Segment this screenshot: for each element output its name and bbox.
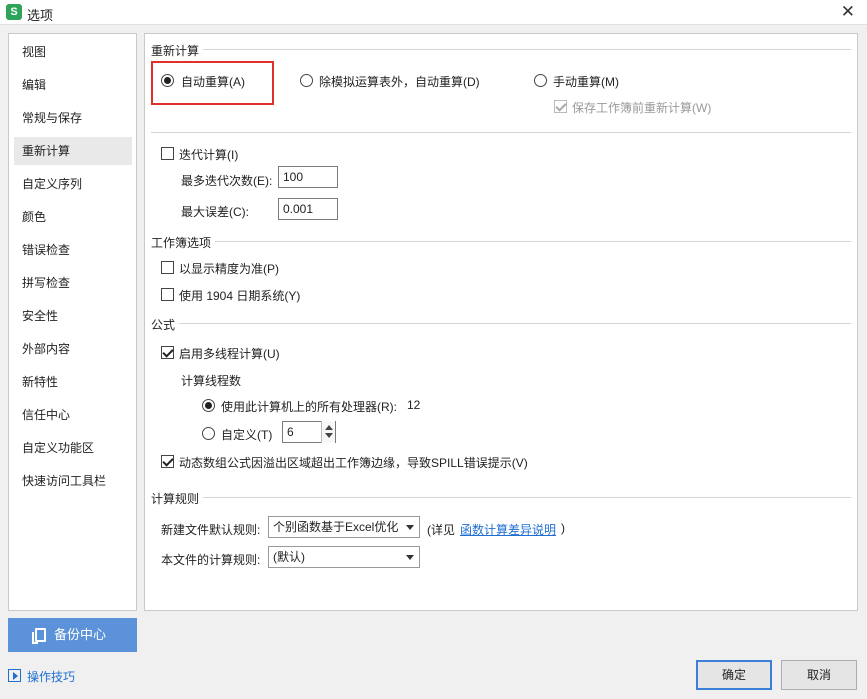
date1904-label[interactable]: 使用 1904 日期系统(Y) [179,287,300,304]
sidebar-item-customize-ribbon[interactable]: 自定义功能区 [14,434,132,462]
max-iterations-label: 最多迭代次数(E): [181,174,273,188]
window-title: 选项 [27,8,54,23]
processor-count: 12 [407,398,421,412]
sidebar-item-custom-lists[interactable]: 自定义序列 [14,170,132,198]
sidebar-item-new-features[interactable]: 新特性 [14,368,132,396]
sidebar-item-edit[interactable]: 编辑 [14,71,132,99]
use-all-processors-label[interactable]: 使用此计算机上的所有处理器(R): [221,398,397,415]
app-icon: S [6,4,22,20]
play-icon [8,669,21,682]
spill-error-checkbox[interactable] [161,455,174,468]
multithread-checkbox[interactable] [161,346,174,359]
options-sidebar: 视图 编辑 常规与保存 重新计算 自定义序列 颜色 错误检查 拼写检查 安全性 … [8,33,137,611]
workbook-section-title: 工作簿选项 [151,234,216,251]
tips-label: 操作技巧 [27,670,76,684]
precision-as-displayed-checkbox[interactable] [161,261,174,274]
section-divider [151,241,851,242]
options-panel: 重新计算 自动重算(A) 除模拟运算表外，自动重算(D) 手动重算(M) 保存工… [144,33,858,611]
backup-center-label: 备份中心 [54,627,107,642]
rules-section-title: 计算规则 [151,490,204,507]
sidebar-item-view[interactable]: 视图 [14,38,132,66]
sidebar-item-trust-center[interactable]: 信任中心 [14,401,132,429]
recalc-section-title: 重新计算 [151,42,204,59]
max-change-label: 最大误差(C): [181,205,249,219]
multithread-label[interactable]: 启用多线程计算(U) [179,345,280,362]
use-all-processors-radio[interactable] [202,399,215,412]
auto-recalc-radio[interactable] [161,74,174,87]
spin-down-icon[interactable] [325,433,333,438]
detail-prefix: (详见 [427,523,455,537]
section-divider [151,323,851,324]
tips-link[interactable]: 操作技巧 [8,668,75,685]
close-icon[interactable]: ✕ [841,2,855,22]
section-divider [151,497,851,498]
chevron-down-icon [406,525,414,530]
manual-recalc-radio[interactable] [534,74,547,87]
chevron-down-icon [406,555,414,560]
custom-threads-label[interactable]: 自定义(T) [221,426,272,443]
sidebar-item-security[interactable]: 安全性 [14,302,132,330]
iteration-label[interactable]: 迭代计算(I) [179,146,238,163]
formula-section-title: 公式 [151,316,180,333]
cancel-button[interactable]: 取消 [781,660,857,690]
this-file-rule-select[interactable]: (默认) [268,546,420,568]
section-divider [151,132,851,133]
thread-count-title: 计算线程数 [181,374,242,388]
iteration-checkbox[interactable] [161,147,174,160]
new-file-rule-label: 新建文件默认规则: [161,523,261,537]
max-iterations-input[interactable]: 100 [278,166,338,188]
detail-suffix: ) [561,521,565,535]
stepper-buttons[interactable] [321,421,335,443]
date1904-checkbox[interactable] [161,288,174,301]
precision-as-displayed-label[interactable]: 以显示精度为准(P) [179,260,279,277]
manual-recalc-label[interactable]: 手动重算(M) [553,73,619,90]
calc-difference-link[interactable]: 函数计算差异说明 [460,521,556,538]
spin-up-icon[interactable] [325,425,333,430]
recalc-before-save-label: 保存工作簿前重新计算(W) [572,101,712,115]
this-file-rule-label: 本文件的计算规则: [161,553,261,567]
title-bar: S 选项 ✕ [0,0,867,25]
sidebar-item-external-content[interactable]: 外部内容 [14,335,132,363]
new-file-rule-value: 个别函数基于Excel优化 [273,520,399,534]
auto-except-tables-radio[interactable] [300,74,313,87]
backup-icon [32,628,46,644]
sidebar-item-quick-access-toolbar[interactable]: 快速访问工具栏 [14,467,132,495]
new-file-rule-select[interactable]: 个别函数基于Excel优化 [268,516,420,538]
ok-button[interactable]: 确定 [696,660,772,690]
max-change-input[interactable]: 0.001 [278,198,338,220]
custom-threads-value: 6 [287,425,294,439]
spill-error-label[interactable]: 动态数组公式因溢出区域超出工作簿边缘，导致SPILL错误提示(V) [179,454,528,471]
auto-recalc-label[interactable]: 自动重算(A) [181,73,245,90]
this-file-rule-value: (默认) [273,550,305,564]
custom-threads-stepper[interactable]: 6 [282,421,336,443]
sidebar-item-recalculation[interactable]: 重新计算 [14,137,132,165]
sidebar-item-general-save[interactable]: 常规与保存 [14,104,132,132]
auto-except-tables-label[interactable]: 除模拟运算表外，自动重算(D) [319,73,480,90]
sidebar-item-color[interactable]: 颜色 [14,203,132,231]
section-divider [151,49,851,50]
sidebar-item-error-check[interactable]: 错误检查 [14,236,132,264]
recalc-before-save-checkbox[interactable] [554,100,567,113]
backup-center-button[interactable]: 备份中心 [8,618,137,652]
sidebar-item-spell-check[interactable]: 拼写检查 [14,269,132,297]
custom-threads-radio[interactable] [202,427,215,440]
